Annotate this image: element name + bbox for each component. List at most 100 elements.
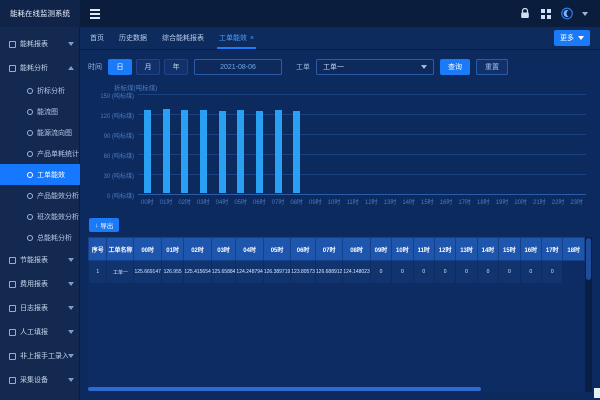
sidebar-group-label: 非上报手工录入 (20, 351, 68, 361)
sidebar-item-product-efficiency-analysis[interactable]: 产品能效分析 (0, 185, 80, 206)
table-cell: 123.80573 (291, 261, 316, 284)
tab-label: 工单能效 (219, 33, 247, 43)
tab-history-data[interactable]: 历史数据 (119, 27, 147, 49)
tabbar: 首页历史数据综合能耗报表工单能效× 更多 (80, 27, 600, 50)
search-button[interactable]: 查询 (440, 59, 470, 75)
export-button[interactable]: ↓ 导出 (89, 218, 119, 232)
bullet-icon (27, 151, 33, 157)
table-header-cell: 16时 (520, 238, 541, 261)
table-header-cell: 工单名称 (107, 238, 134, 261)
bar-05时[interactable] (237, 110, 244, 193)
sidebar-item-total-energy-analysis[interactable]: 总能耗分析 (0, 227, 80, 248)
vertical-scrollbar[interactable] (585, 237, 592, 392)
sidebar-item-label: 工单能效 (37, 170, 65, 180)
chevron-down-icon (68, 330, 74, 334)
workorder-select-value: 工单一 (323, 62, 344, 72)
table-cell: 0 (477, 261, 498, 284)
sidebar-item-label: 班次能效分析 (37, 212, 79, 222)
table-header-cell: 02时 (184, 238, 211, 261)
tab-home[interactable]: 首页 (90, 27, 104, 49)
app-window: 能耗在线监测系统 能耗报表能耗分析折标分析能流图能源流向图产品单耗统计工单能效产… (0, 0, 600, 400)
more-button-label: 更多 (560, 33, 574, 43)
sidebar-item-product-unit-consumption[interactable]: 产品单耗统计 (0, 143, 80, 164)
sidebar-item-workorder-efficiency[interactable]: 工单能效 (0, 164, 80, 185)
table-header-cell: 17时 (542, 238, 563, 261)
table-cell: 0 (413, 261, 434, 284)
y-axis-tick-label: 60 (吨标煤) (88, 151, 134, 160)
sidebar-nav: 能耗报表能耗分析折标分析能流图能源流向图产品单耗统计工单能效产品能效分析班次能效… (0, 27, 80, 400)
table-header-cell: 12时 (434, 238, 455, 261)
chevron-down-icon (68, 42, 74, 46)
table-header-cell: 11时 (413, 238, 434, 261)
vertical-scrollbar-thumb[interactable] (586, 238, 591, 280)
filter-bar: 时间 日月年 工单 工单一 查询 重置 (88, 57, 592, 77)
sidebar-group-manual-fill[interactable]: 人工填报 (0, 320, 80, 344)
chevron-down-icon[interactable] (582, 12, 588, 16)
table-cell: 0 (456, 261, 477, 284)
menu-item-icon (9, 329, 16, 336)
y-axis-tick-label: 150 (吨标煤) (88, 91, 134, 100)
data-table: 序号工单名称00时01时02时03时04时05时06时07时08时09时10时1… (88, 237, 585, 392)
period-button-月[interactable]: 月 (136, 59, 160, 75)
main-area: 首页历史数据综合能耗报表工单能效× 更多 时间 日月年 工单 工单一 查询 (80, 0, 600, 400)
reset-button[interactable]: 重置 (476, 59, 508, 75)
topbar (80, 0, 600, 27)
sidebar-item-energy-flow-direction[interactable]: 能源流向图 (0, 122, 80, 143)
tab-comprehensive-energy-report[interactable]: 综合能耗报表 (162, 27, 204, 49)
chevron-down-icon (68, 354, 74, 358)
table-cell: 125.415654 (184, 261, 211, 284)
sidebar-group-offline-manual-entry[interactable]: 非上报手工录入 (0, 344, 80, 368)
hamburger-menu-icon[interactable] (90, 9, 100, 19)
period-button-日[interactable]: 日 (108, 59, 132, 75)
table-cell: 126.389719 (263, 261, 290, 284)
tab-close-icon[interactable]: × (250, 35, 254, 42)
bar-06时[interactable] (256, 111, 263, 193)
chevron-down-icon (68, 258, 74, 262)
table-header-cell: 18时 (563, 238, 585, 261)
bar-08时[interactable] (293, 111, 300, 193)
bar-01时[interactable] (163, 109, 170, 193)
lock-icon[interactable] (519, 8, 531, 20)
date-input[interactable] (194, 59, 282, 75)
sidebar-item-conversion-analysis[interactable]: 折标分析 (0, 80, 80, 101)
horizontal-scrollbar[interactable] (88, 387, 481, 391)
table-row[interactable]: 1工单一125.669147126.955125.415654125.65884… (89, 261, 585, 284)
bar-07时[interactable] (275, 110, 282, 193)
bar-03时[interactable] (200, 110, 207, 193)
sidebar-group-collection-device[interactable]: 采集设备 (0, 368, 80, 392)
sidebar-group-energy-report[interactable]: 能耗报表 (0, 32, 80, 56)
table-header-cell: 06时 (291, 238, 316, 261)
y-axis-tick-label: 90 (吨标煤) (88, 131, 134, 140)
sidebar-group-energy-saving-report[interactable]: 节能报表 (0, 248, 80, 272)
gridline (138, 194, 586, 195)
more-button[interactable]: 更多 (554, 30, 590, 46)
bar-02时[interactable] (181, 110, 188, 193)
sidebar-item-energy-flow-chart[interactable]: 能流图 (0, 101, 80, 122)
table-cell: 0 (370, 261, 391, 284)
workorder-select[interactable]: 工单一 (316, 59, 434, 75)
sidebar-item-label: 总能耗分析 (37, 233, 72, 243)
menu-item-icon (9, 41, 16, 48)
gridline (138, 94, 586, 95)
tab-workorder-efficiency[interactable]: 工单能效× (219, 27, 254, 49)
table-header-cell: 03时 (211, 238, 236, 261)
apps-grid-icon[interactable] (540, 8, 552, 20)
user-avatar[interactable] (561, 8, 573, 20)
chart-plot-area: 00时01时02时03时04时05时06时07时08时09时10时11时12时1… (138, 94, 586, 194)
bar-00时[interactable] (144, 110, 151, 193)
period-button-年[interactable]: 年 (164, 59, 188, 75)
table-header-cell: 04时 (236, 238, 263, 261)
chevron-down-icon (68, 378, 74, 382)
sidebar-group-energy-analysis[interactable]: 能耗分析 (0, 56, 80, 80)
sidebar-item-shift-efficiency-analysis[interactable]: 班次能效分析 (0, 206, 80, 227)
bar-chart: 折标煤(吨标煤) 00时01时02时03时04时05时06时07时08时09时1… (88, 82, 592, 212)
table-header-cell: 00时 (134, 238, 161, 261)
bar-04时[interactable] (219, 111, 226, 193)
search-button-label: 查询 (448, 62, 462, 72)
sidebar-group-cost-report[interactable]: 费用报表 (0, 272, 80, 296)
content: 时间 日月年 工单 工单一 查询 重置 折标煤(吨标煤) 00时0 (80, 50, 600, 400)
bullet-icon (27, 235, 33, 241)
sidebar-item-label: 能源流向图 (37, 128, 72, 138)
table-header-cell: 13时 (456, 238, 477, 261)
sidebar-group-log-report[interactable]: 日志报表 (0, 296, 80, 320)
